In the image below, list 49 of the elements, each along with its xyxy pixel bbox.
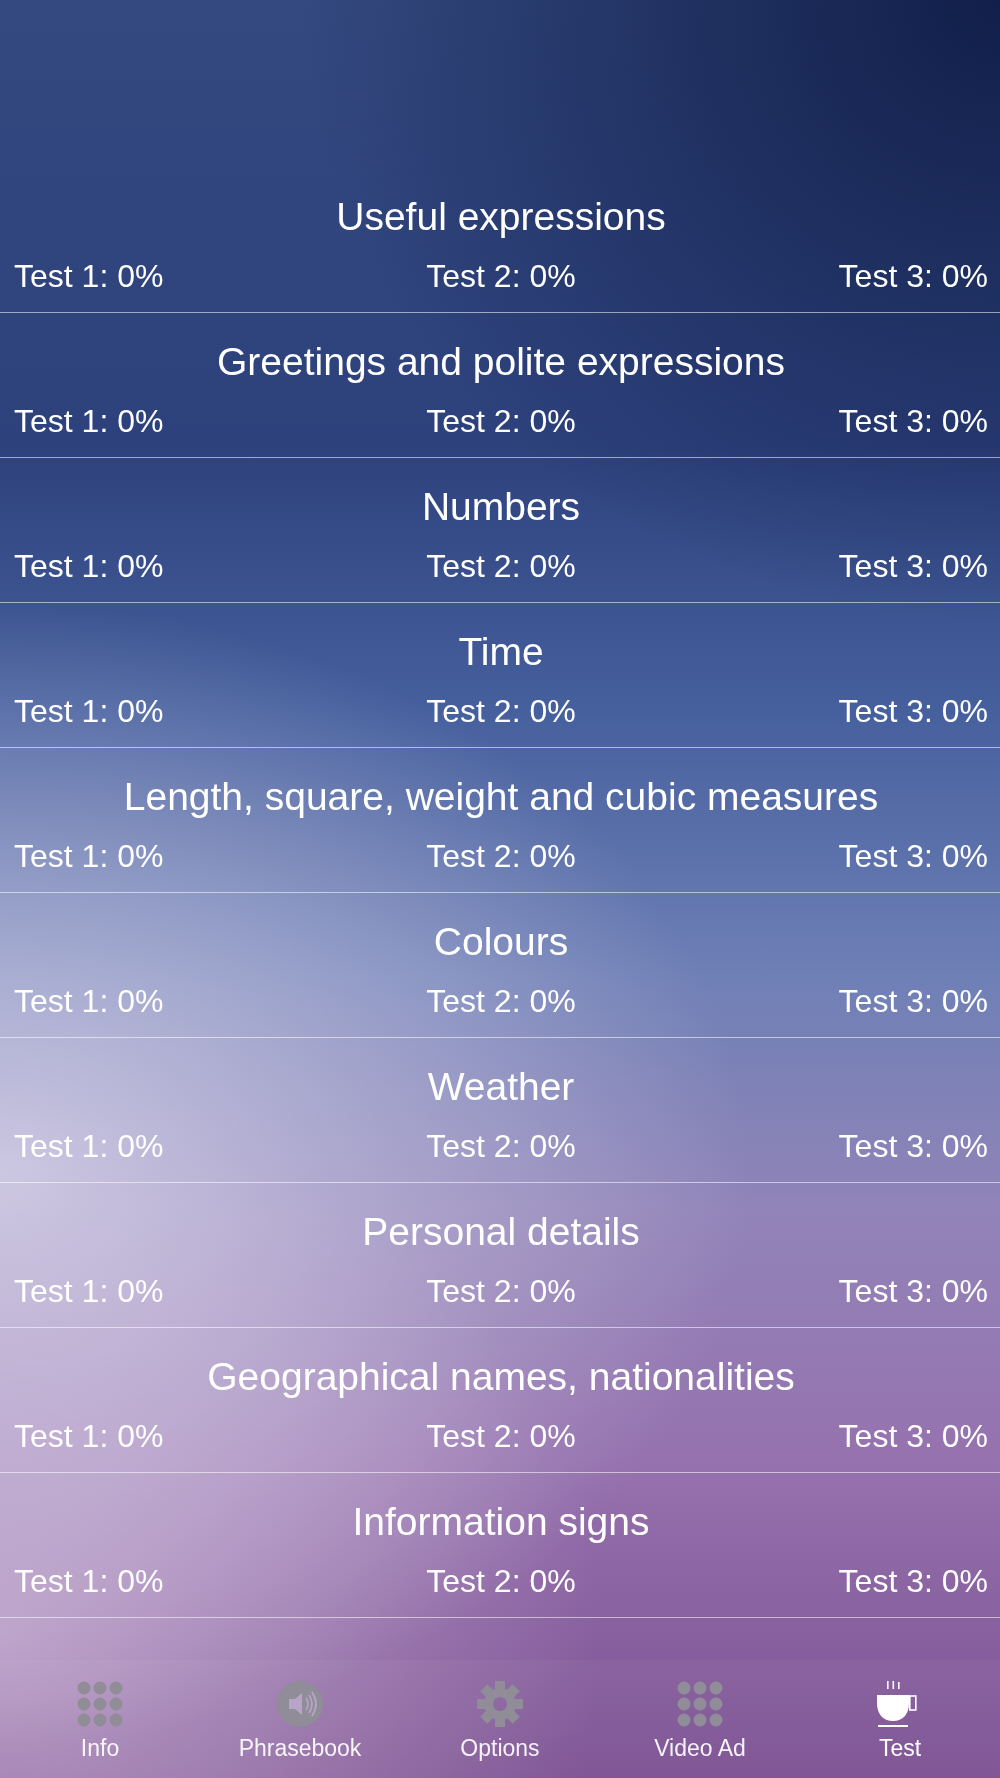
test-score: Test 1: 0% — [14, 402, 164, 440]
test-score: Test 1: 0% — [14, 1127, 164, 1165]
category-title: Weather — [427, 1064, 575, 1110]
test-score: Test 3: 0% — [838, 1417, 988, 1455]
test-score: Test 2: 0% — [426, 1127, 576, 1165]
dots-grid-icon — [77, 1681, 123, 1727]
dots-grid-icon — [677, 1681, 723, 1727]
test-score: Test 2: 0% — [426, 1562, 576, 1600]
test-score: Test 3: 0% — [838, 547, 988, 585]
test-score: Test 2: 0% — [426, 547, 576, 585]
test-score: Test 1: 0% — [14, 547, 164, 585]
test-score: Test 3: 0% — [838, 257, 988, 295]
test-score: Test 1: 0% — [14, 1417, 164, 1455]
tab[interactable]: Options — [400, 1660, 600, 1778]
category-title: Colours — [433, 919, 569, 965]
category-title: Numbers — [421, 484, 581, 530]
tab[interactable]: Video Ad — [600, 1660, 800, 1778]
tab[interactable]: Phrasebook — [200, 1660, 400, 1778]
test-score: Test 3: 0% — [838, 692, 988, 730]
test-score: Test 1: 0% — [14, 837, 164, 875]
test-score: Test 2: 0% — [426, 402, 576, 440]
tab[interactable]: Info — [0, 1660, 200, 1778]
category-title: Greetings and polite expressions — [217, 339, 785, 385]
test-score: Test 1: 0% — [14, 692, 164, 730]
tab[interactable]: Test — [800, 1660, 1000, 1778]
category-title: Geographical names, nationalities — [207, 1354, 795, 1400]
test-score: Test 3: 0% — [838, 402, 988, 440]
test-score: Test 2: 0% — [426, 692, 576, 730]
test-score: Test 2: 0% — [426, 1272, 576, 1310]
test-score: Test 2: 0% — [426, 1417, 576, 1455]
test-score: Test 3: 0% — [838, 837, 988, 875]
test-score: Test 2: 0% — [426, 837, 576, 875]
test-score: Test 1: 0% — [14, 1272, 164, 1310]
test-score: Test 3: 0% — [838, 1272, 988, 1310]
test-score: Test 1: 0% — [14, 982, 164, 1020]
test-score: Test 1: 0% — [14, 257, 164, 295]
category-title: Useful expressions — [336, 194, 666, 240]
test-score: Test 3: 0% — [838, 982, 988, 1020]
category-title: Information signs — [352, 1499, 650, 1545]
gear-icon — [477, 1681, 523, 1727]
category-title: Personal details — [362, 1209, 640, 1255]
category-title: Length, square, weight and cubic measures — [123, 774, 879, 820]
test-score: Test 2: 0% — [426, 982, 576, 1020]
test-score: Test 3: 0% — [838, 1127, 988, 1165]
test-score: Test 3: 0% — [838, 1562, 988, 1600]
test-score: Test 1: 0% — [14, 1562, 164, 1600]
category-title: Time — [458, 629, 544, 675]
test-score: Test 2: 0% — [426, 257, 576, 295]
speaker-icon — [277, 1681, 323, 1727]
